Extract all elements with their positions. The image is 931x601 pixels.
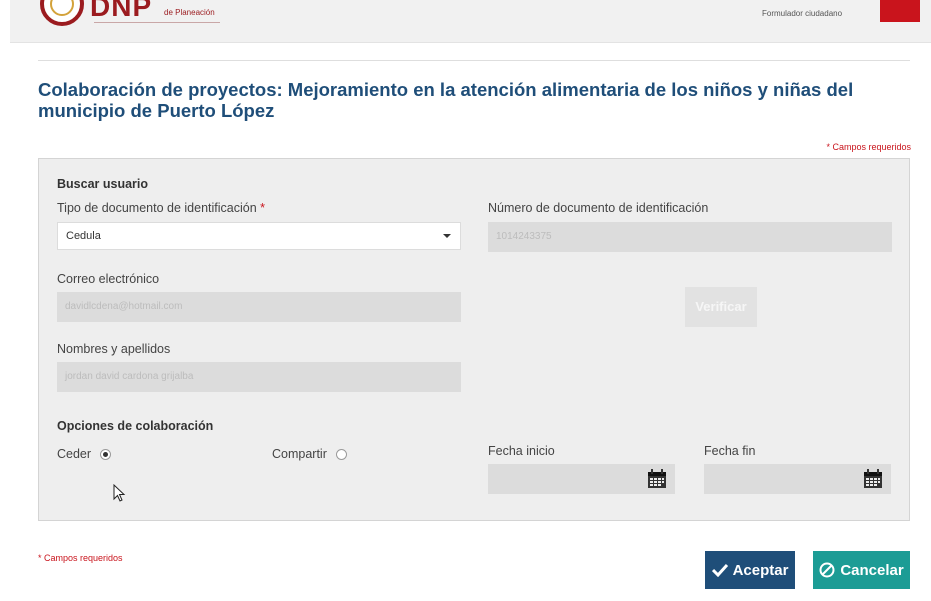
doc-number-field[interactable]: 1014243375 bbox=[488, 222, 892, 252]
required-asterisk: * bbox=[260, 201, 266, 215]
ceder-radio[interactable] bbox=[100, 448, 112, 460]
dropdown-caret-icon bbox=[443, 234, 451, 238]
accept-button[interactable]: Aceptar bbox=[705, 551, 795, 589]
checkmark-icon bbox=[711, 563, 728, 577]
required-note-bottom: * Campos requeridos bbox=[38, 553, 123, 563]
logo-subtitle: de Planeación bbox=[164, 8, 215, 17]
logo-divider bbox=[94, 22, 220, 23]
cancel-icon bbox=[819, 562, 835, 578]
option-ceder-label: Ceder bbox=[57, 447, 92, 461]
header-menu-button[interactable] bbox=[880, 0, 920, 22]
page-title: Colaboración de proyectos: Mejoramiento … bbox=[38, 79, 854, 121]
accept-button-label: Aceptar bbox=[732, 561, 789, 579]
option-compartir-label: Compartir bbox=[272, 447, 327, 461]
email-field[interactable]: davidlcdena@hotmail.com bbox=[57, 292, 461, 322]
mouse-cursor-icon bbox=[113, 484, 126, 502]
calendar-icon[interactable] bbox=[863, 469, 883, 489]
top-header: DNP de Planeación Formulador ciudadano bbox=[10, 0, 931, 43]
start-date-field[interactable] bbox=[488, 464, 675, 494]
email-label: Correo electrónico bbox=[57, 272, 160, 286]
cancel-button[interactable]: Cancelar bbox=[813, 551, 910, 589]
required-note-top: * Campos requeridos bbox=[826, 142, 911, 152]
start-date-label: Fecha inicio bbox=[488, 444, 555, 458]
option-compartir[interactable]: Compartir bbox=[272, 447, 347, 461]
name-field[interactable]: jordan david cardona grijalba bbox=[57, 362, 461, 392]
doc-type-label-text: Tipo de documento de identificación bbox=[57, 201, 257, 215]
header-divider bbox=[38, 60, 910, 61]
search-user-title: Buscar usuario bbox=[57, 177, 149, 191]
option-ceder[interactable]: Ceder bbox=[57, 447, 112, 461]
doc-number-label: Número de documento de identificación bbox=[488, 201, 709, 215]
compartir-radio[interactable] bbox=[335, 448, 347, 460]
collab-options-title: Opciones de colaboración bbox=[57, 419, 214, 433]
cancel-button-label: Cancelar bbox=[840, 561, 904, 579]
doc-type-label: Tipo de documento de identificación * bbox=[57, 201, 265, 215]
end-date-field[interactable] bbox=[704, 464, 891, 494]
logo-text: DNP bbox=[90, 0, 153, 22]
name-label: Nombres y apellidos bbox=[57, 342, 171, 356]
seal-logo-icon bbox=[40, 0, 84, 26]
verify-button[interactable]: Verificar bbox=[685, 287, 757, 327]
end-date-label: Fecha fin bbox=[704, 444, 756, 458]
calendar-icon[interactable] bbox=[647, 469, 667, 489]
doc-type-value: Cedula bbox=[66, 230, 101, 242]
doc-type-select[interactable]: Cedula bbox=[57, 222, 461, 250]
user-role-link[interactable]: Formulador ciudadano bbox=[762, 9, 842, 18]
